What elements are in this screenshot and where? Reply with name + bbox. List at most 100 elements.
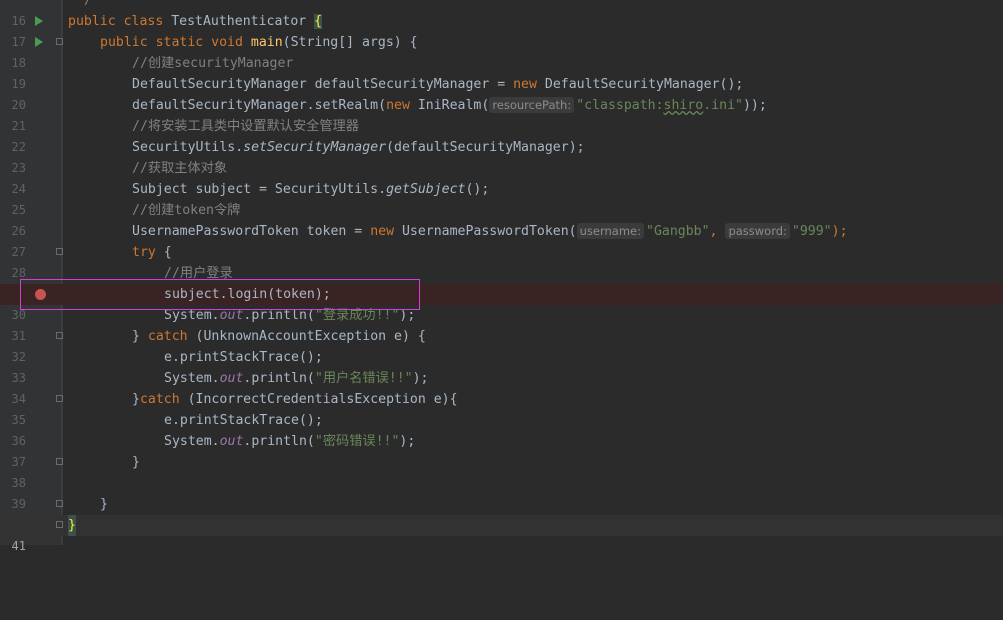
code-line-34[interactable]: 34 System.out.println("用户名错误!!"); [0, 368, 1003, 406]
code-line-17[interactable]: 17 public class TestAuthenticator { [0, 11, 1003, 49]
keyword: new [370, 224, 395, 239]
code-text: } [132, 455, 140, 470]
parameter-hint: resourcePath: [489, 97, 575, 113]
code-text: try { [132, 242, 172, 263]
run-gutter-icon[interactable] [35, 16, 43, 26]
code-part: (IncorrectCredentialsException e){ [179, 392, 458, 407]
comment: //获取主体对象 [132, 161, 228, 176]
code-line-27[interactable]: 27 UsernamePasswordToken token = new Use… [0, 221, 1003, 259]
code-line-18[interactable]: 18 public static void main(String[] args… [0, 32, 1003, 70]
string: "用户名错误!!" [314, 371, 413, 386]
code-part: DefaultSecurityManager defaultSecurityMa… [132, 77, 514, 92]
comment: //创建token令牌 [132, 203, 241, 218]
code-text: }catch (IncorrectCredentialsException e)… [132, 389, 458, 410]
fold-marker-icon[interactable] [56, 458, 63, 465]
code-part: .println( [243, 434, 315, 449]
code-line-36[interactable]: 36 e.printStackTrace(); [0, 410, 1003, 448]
code-text: defaultSecurityManager.setRealm(new IniR… [132, 95, 767, 116]
method-name: main [250, 35, 283, 50]
code-part: IniRealm( [409, 98, 490, 113]
code-line-28[interactable]: 28 try { [0, 242, 1003, 280]
code-part: .println( [243, 371, 315, 386]
code-part: (UnknownAccountException e) { [187, 329, 426, 344]
static-field: out [219, 308, 244, 323]
code-line-40[interactable]: 40 } [0, 494, 1003, 532]
fold-marker-icon[interactable] [56, 521, 63, 528]
code-part: UsernamePasswordToken token = [132, 224, 371, 239]
code-text: Subject subject = SecurityUtils.getSubje… [132, 179, 489, 200]
parameter-hint: password: [725, 223, 790, 239]
code-part: (defaultSecurityManager); [386, 140, 585, 155]
comment: //将安装工具类中设置默认安全管理器 [132, 119, 359, 134]
code-part: ); [399, 434, 416, 449]
fold-marker-icon[interactable] [56, 248, 63, 255]
annotation-highlight-box [20, 279, 420, 310]
code-line-24[interactable]: 24 //获取主体对象 [0, 158, 1003, 196]
code-part: (); [465, 182, 490, 197]
code-line-25[interactable]: 25 Subject subject = SecurityUtils.getSu… [0, 179, 1003, 217]
code-text: SecurityUtils.setSecurityManager(default… [132, 137, 585, 158]
code-line-33[interactable]: 33 e.printStackTrace(); [0, 347, 1003, 385]
string: "Gangbb" [646, 224, 710, 239]
run-gutter-icon[interactable] [35, 37, 43, 47]
code-part: ); [412, 371, 429, 386]
code-part: UsernamePasswordToken( [394, 224, 577, 239]
parameter-hint: username: [576, 223, 645, 239]
keyword: try [132, 245, 156, 260]
code-part: Subject subject = SecurityUtils. [132, 182, 387, 197]
string-typo: shiro [663, 98, 704, 113]
code-text: e.printStackTrace(); [164, 413, 323, 428]
keyword: new [386, 98, 410, 113]
code-text: public class TestAuthenticator { [68, 11, 323, 32]
string: "classpath: [576, 98, 664, 113]
code-part: DefaultSecurityManager(); [536, 77, 744, 92]
code-rest: (String[] args) { [282, 35, 418, 50]
code-part: defaultSecurityManager.setRealm( [132, 98, 387, 113]
code-line-32[interactable]: 32 } catch (UnknownAccountException e) { [0, 326, 1003, 364]
line-number: 41 [11, 539, 26, 553]
static-method: getSubject [386, 182, 466, 197]
matched-brace: } [68, 515, 76, 536]
code-part: System. [164, 371, 220, 386]
code-text: DefaultSecurityManager defaultSecurityMa… [132, 74, 743, 95]
comma: , [709, 224, 726, 239]
code-part: System. [164, 308, 220, 323]
fold-marker-icon[interactable] [56, 395, 63, 402]
code-editor[interactable]: 16 */ 17 public class TestAuthenticator … [0, 0, 1003, 553]
code-line-20[interactable]: 20 DefaultSecurityManager defaultSecurit… [0, 74, 1003, 112]
static-field: out [219, 434, 244, 449]
code-text: */ [76, 0, 92, 8]
comment: //创建securityManager [132, 56, 294, 71]
code-part: ); [399, 308, 416, 323]
fold-marker-icon[interactable] [56, 38, 63, 45]
code-text: } catch (UnknownAccountException e) { [132, 326, 426, 347]
code-line-41[interactable]: 41 } [0, 515, 1003, 553]
static-method: setSecurityManager [243, 140, 387, 155]
code-text: UsernamePasswordToken token = new Userna… [132, 221, 848, 242]
static-field: out [219, 371, 244, 386]
code-line-16[interactable]: 16 */ [0, 0, 1003, 28]
code-line-38[interactable]: 38 } [0, 452, 1003, 490]
keyword: new [513, 77, 537, 92]
keyword: public static void [100, 35, 243, 50]
code-text: System.out.println("用户名错误!!"); [164, 368, 428, 389]
code-line-21[interactable]: 21 defaultSecurityManager.setRealm(new I… [0, 95, 1003, 133]
code-part: SecurityUtils. [132, 140, 244, 155]
code-line-35[interactable]: 35 }catch (IncorrectCredentialsException… [0, 389, 1003, 427]
code-line-39[interactable]: 39 [0, 473, 1003, 511]
code-line-19[interactable]: 19 //创建securityManager [0, 53, 1003, 91]
class-name: TestAuthenticator [171, 14, 307, 29]
code-line-37[interactable]: 37 System.out.println("密码错误!!"); [0, 431, 1003, 469]
fold-marker-icon[interactable] [56, 500, 63, 507]
code-line-23[interactable]: 23 SecurityUtils.setSecurityManager(defa… [0, 137, 1003, 175]
string: "登录成功!!" [314, 308, 400, 323]
code-line-26[interactable]: 26 //创建token令牌 [0, 200, 1003, 238]
keyword: catch [139, 392, 180, 407]
fold-marker-icon[interactable] [56, 332, 63, 339]
string: "999" [791, 224, 832, 239]
code-text: e.printStackTrace(); [164, 350, 323, 365]
matched-brace: { [314, 14, 323, 29]
string: "密码错误!!" [314, 434, 400, 449]
code-part: { [155, 245, 172, 260]
code-line-22[interactable]: 22 //将安装工具类中设置默认安全管理器 [0, 116, 1003, 154]
